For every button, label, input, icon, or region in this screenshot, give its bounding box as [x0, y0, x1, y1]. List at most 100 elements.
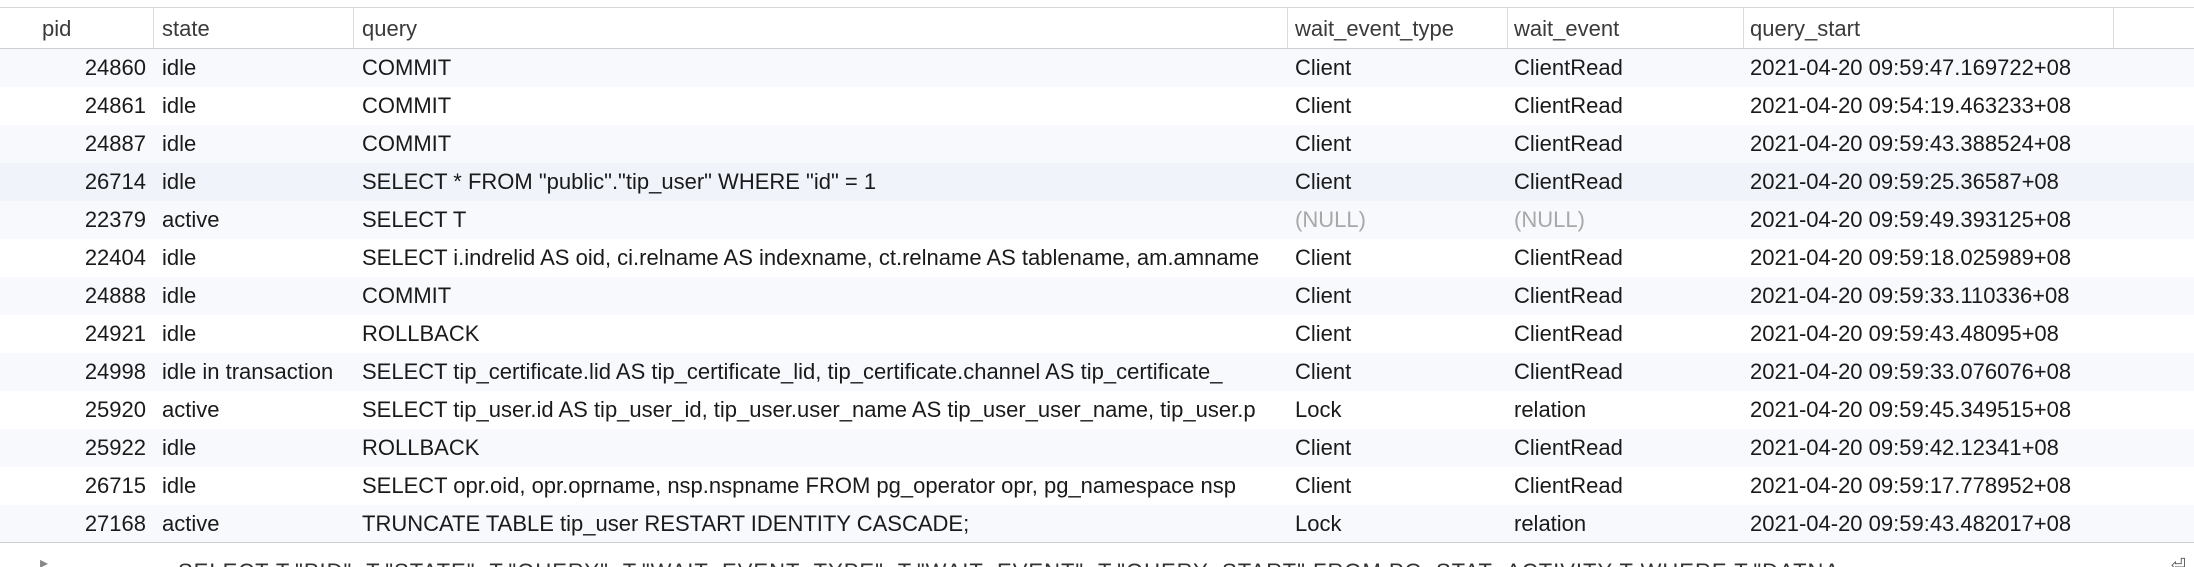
table-row[interactable]: 24888 idle COMMIT Client ClientRead 2021-04-2… [0, 277, 2194, 315]
cell-state[interactable]: idle [162, 239, 354, 277]
cell-wait-event-type[interactable]: Client [1295, 315, 1507, 353]
cell-wait-event-type[interactable]: Client [1295, 277, 1507, 315]
cell-query-start[interactable]: 2021-04-20 09:59:45.349515+08 [1750, 391, 2112, 429]
cell-state[interactable]: idle [162, 315, 354, 353]
cell-state[interactable]: idle [162, 277, 354, 315]
cell-query-start[interactable]: 2021-04-20 09:59:17.778952+08 [1750, 467, 2112, 505]
cell-query-start[interactable]: 2021-04-20 09:59:47.169722+08 [1750, 49, 2112, 87]
column-header-pid[interactable]: pid [0, 8, 154, 48]
cell-query[interactable]: SELECT T [362, 201, 1282, 239]
cell-state[interactable]: active [162, 201, 354, 239]
cell-wait-event[interactable]: relation [1514, 391, 1734, 429]
cell-state[interactable]: idle [162, 467, 354, 505]
expand-arrow-icon[interactable]: ▸ [40, 553, 48, 567]
cell-pid[interactable]: 24888 [0, 277, 146, 315]
cell-wait-event[interactable]: ClientRead [1514, 353, 1734, 391]
sql-filter-bar[interactable]: ▸ SELECT T."PID", T."STATE", T."QUERY", … [0, 542, 2194, 567]
cell-state[interactable]: idle [162, 87, 354, 125]
cell-wait-event-type[interactable]: Client [1295, 163, 1507, 201]
cell-wait-event-type[interactable]: Client [1295, 353, 1507, 391]
cell-query-start[interactable]: 2021-04-20 09:59:43.48095+08 [1750, 315, 2112, 353]
column-header-query[interactable]: query [354, 8, 1288, 48]
table-row[interactable]: 22404 idle SELECT i.indrelid AS oid, ci.re… [0, 239, 2194, 277]
cell-state[interactable]: idle [162, 125, 354, 163]
cell-state[interactable]: idle [162, 163, 354, 201]
table-row[interactable]: 26714 idle SELECT * FROM "public"."tip_use… [0, 163, 2194, 201]
cell-query[interactable]: COMMIT [362, 49, 1282, 87]
cell-wait-event[interactable]: ClientRead [1514, 429, 1734, 467]
cell-pid[interactable]: 24861 [0, 87, 146, 125]
cell-query-start[interactable]: 2021-04-20 09:59:18.025989+08 [1750, 239, 2112, 277]
cell-pid[interactable]: 24998 [0, 353, 146, 391]
cell-state[interactable]: active [162, 505, 354, 543]
cell-query-start[interactable]: 2021-04-20 09:59:42.12341+08 [1750, 429, 2112, 467]
cell-state[interactable]: idle [162, 429, 354, 467]
cell-wait-event[interactable]: ClientRead [1514, 163, 1734, 201]
cell-pid[interactable]: 25920 [0, 391, 146, 429]
cell-query-start[interactable]: 2021-04-20 09:54:19.463233+08 [1750, 87, 2112, 125]
cell-wait-event-type[interactable]: (NULL) [1295, 201, 1507, 239]
cell-pid[interactable]: 24860 [0, 49, 146, 87]
table-row[interactable]: 24887 idle COMMIT Client ClientRead 2021-04-2… [0, 125, 2194, 163]
cell-wait-event[interactable]: ClientRead [1514, 87, 1734, 125]
cell-wait-event-type[interactable]: Lock [1295, 505, 1507, 543]
column-header-query-start[interactable]: query_start [1744, 8, 2114, 48]
cell-pid[interactable]: 22379 [0, 201, 146, 239]
cell-pid[interactable]: 22404 [0, 239, 146, 277]
table-row[interactable]: 22379 active SELECT T (NULL) (NULL) 2021-04-2… [0, 201, 2194, 239]
column-header-state[interactable]: state [154, 8, 354, 48]
cell-wait-event-type[interactable]: Client [1295, 429, 1507, 467]
cell-wait-event[interactable]: (NULL) [1514, 201, 1734, 239]
column-header-wait-event[interactable]: wait_event [1508, 8, 1744, 48]
cell-query[interactable]: ROLLBACK [362, 315, 1282, 353]
cell-wait-event[interactable]: ClientRead [1514, 49, 1734, 87]
cell-query[interactable]: ROLLBACK [362, 429, 1282, 467]
cell-pid[interactable]: 25922 [0, 429, 146, 467]
table-row[interactable]: 25920 active SELECT tip_user.id AS tip_use… [0, 391, 2194, 429]
cell-pid[interactable]: 24887 [0, 125, 146, 163]
table-row[interactable]: 25922 idle ROLLBACK Client ClientRead 2021-04… [0, 429, 2194, 467]
cell-query-start[interactable]: 2021-04-20 09:59:49.393125+08 [1750, 201, 2112, 239]
cell-query[interactable]: COMMIT [362, 87, 1282, 125]
cell-wait-event-type[interactable]: Client [1295, 467, 1507, 505]
cell-query-start[interactable]: 2021-04-20 09:59:33.076076+08 [1750, 353, 2112, 391]
cell-query[interactable]: TRUNCATE TABLE tip_user RESTART IDENTITY… [362, 505, 1282, 543]
cell-query-start[interactable]: 2021-04-20 09:59:43.388524+08 [1750, 125, 2112, 163]
table-row[interactable]: 24998 idle in transaction SELECT tip_certi… [0, 353, 2194, 391]
cell-query[interactable]: COMMIT [362, 125, 1282, 163]
cell-query-start[interactable]: 2021-04-20 09:59:43.482017+08 [1750, 505, 2112, 543]
cell-wait-event[interactable]: ClientRead [1514, 315, 1734, 353]
cell-pid[interactable]: 24921 [0, 315, 146, 353]
cell-state[interactable]: idle [162, 49, 354, 87]
cell-query[interactable]: SELECT tip_user.id AS tip_user_id, tip_u… [362, 391, 1282, 429]
cell-wait-event-type[interactable]: Lock [1295, 391, 1507, 429]
table-row[interactable]: 26715 idle SELECT opr.oid, opr.oprname, ns… [0, 467, 2194, 505]
cell-query-start[interactable]: 2021-04-20 09:59:25.36587+08 [1750, 163, 2112, 201]
cell-wait-event[interactable]: ClientRead [1514, 239, 1734, 277]
column-header-wait-event-type[interactable]: wait_event_type [1288, 8, 1508, 48]
cell-query[interactable]: SELECT i.indrelid AS oid, ci.relname AS … [362, 239, 1282, 277]
cell-wait-event-type[interactable]: Client [1295, 125, 1507, 163]
enter-icon[interactable]: ⏎ [2171, 555, 2186, 567]
cell-wait-event-type[interactable]: Client [1295, 239, 1507, 277]
table-row[interactable]: 24860 idle COMMIT Client ClientRead 2021-04-2… [0, 49, 2194, 87]
cell-pid[interactable]: 26715 [0, 467, 146, 505]
cell-pid[interactable]: 27168 [0, 505, 146, 543]
table-row[interactable]: 24861 idle COMMIT Client ClientRead 2021-04-2… [0, 87, 2194, 125]
table-row[interactable]: 27168 active TRUNCATE TABLE tip_user RESTA… [0, 505, 2194, 543]
cell-query-start[interactable]: 2021-04-20 09:59:33.110336+08 [1750, 277, 2112, 315]
cell-wait-event-type[interactable]: Client [1295, 87, 1507, 125]
cell-wait-event-type[interactable]: Client [1295, 49, 1507, 87]
cell-pid[interactable]: 26714 [0, 163, 146, 201]
cell-query[interactable]: SELECT opr.oid, opr.oprname, nsp.nspname… [362, 467, 1282, 505]
cell-wait-event[interactable]: ClientRead [1514, 277, 1734, 315]
cell-query[interactable]: SELECT * FROM "public"."tip_user" WHERE … [362, 163, 1282, 201]
table-row[interactable]: 24921 idle ROLLBACK Client ClientRead 2021-04… [0, 315, 2194, 353]
cell-wait-event[interactable]: ClientRead [1514, 467, 1734, 505]
cell-wait-event[interactable]: relation [1514, 505, 1734, 543]
cell-query[interactable]: COMMIT [362, 277, 1282, 315]
cell-state[interactable]: active [162, 391, 354, 429]
cell-query[interactable]: SELECT tip_certificate.lid AS tip_certif… [362, 353, 1282, 391]
cell-state[interactable]: idle in transaction [162, 353, 354, 391]
cell-wait-event[interactable]: ClientRead [1514, 125, 1734, 163]
